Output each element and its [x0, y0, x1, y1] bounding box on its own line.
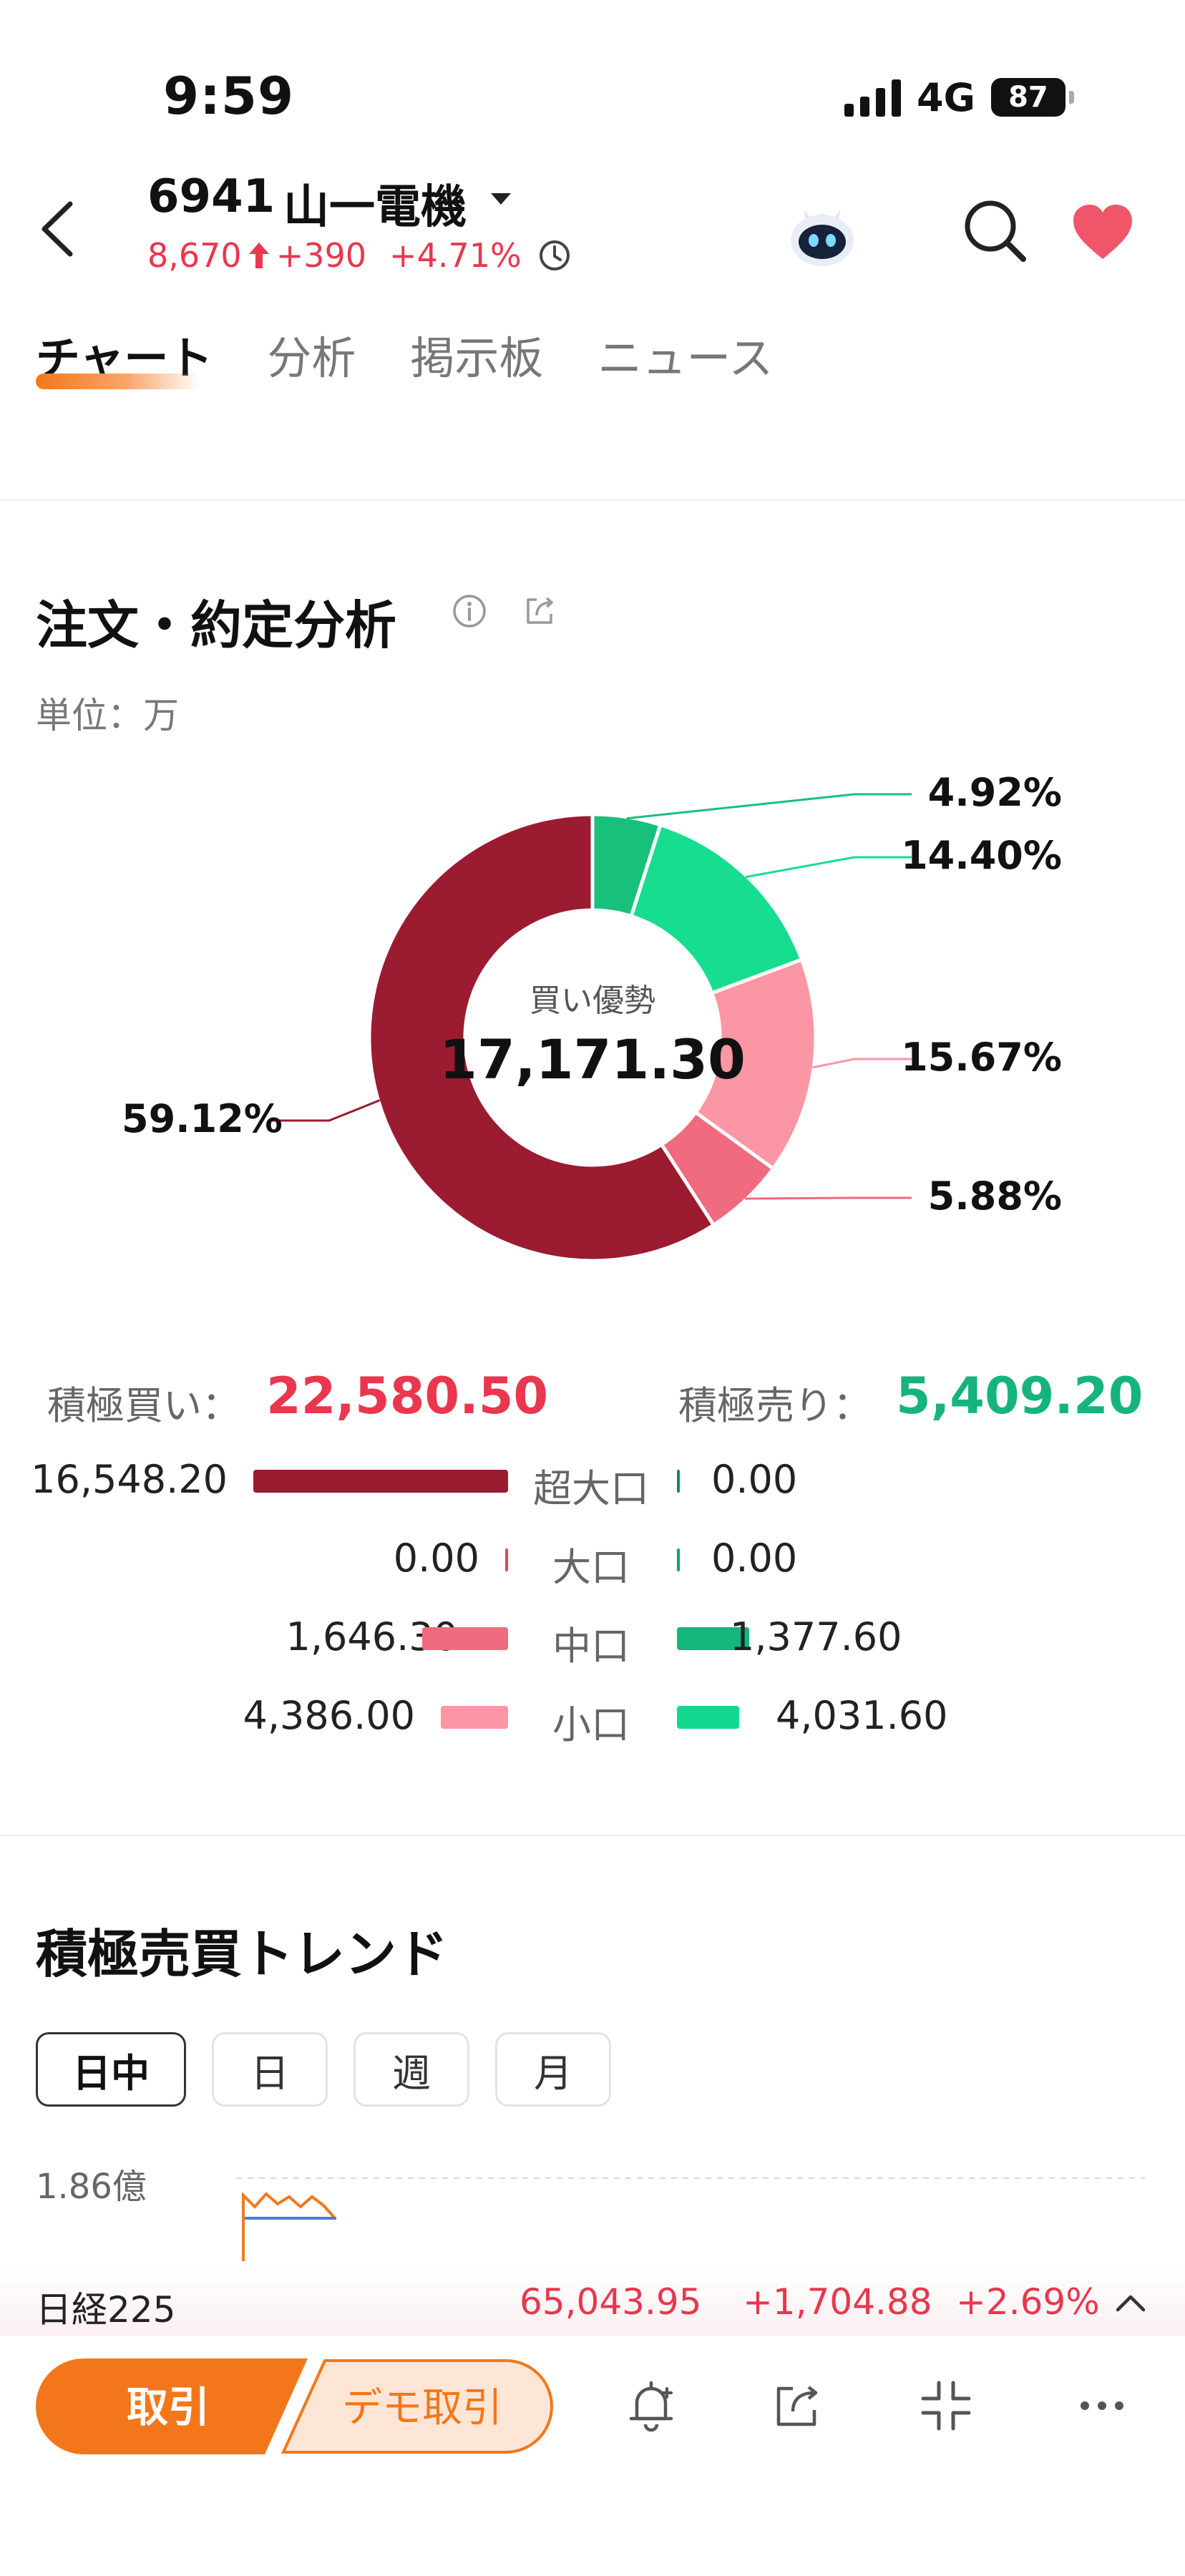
- donut-slice-label: 59.12%: [122, 1096, 283, 1141]
- buy-bar: [421, 1627, 508, 1650]
- buy-bar: [440, 1706, 508, 1729]
- donut-leader-line: [745, 856, 912, 879]
- battery-icon: 87: [990, 78, 1074, 117]
- row-sell-value: 0.00: [711, 1536, 798, 1581]
- ticker-price: 65,043.95: [520, 2281, 702, 2323]
- donut-leader-line: [626, 793, 912, 820]
- section-title-trend: 積極売買トレンド: [36, 1924, 449, 1984]
- demo-trade-button[interactable]: デモ取引: [281, 2358, 554, 2454]
- aggressive-buy-total: 22,580.50: [266, 1367, 549, 1425]
- row-category: 超大口: [533, 1466, 649, 1511]
- ticker-change-pct: +2.69%: [956, 2281, 1100, 2323]
- active-tab-indicator: [36, 374, 200, 389]
- donut-center-value: 17,171.30: [439, 1028, 746, 1091]
- donut-leader-line: [272, 1099, 381, 1122]
- ticker-change: +1,704.88: [743, 2281, 932, 2323]
- chevron-up-icon[interactable]: [1111, 2283, 1151, 2323]
- tab-board[interactable]: 掲示板: [410, 322, 543, 386]
- clock-icon[interactable]: [537, 238, 572, 273]
- robot-assistant-icon[interactable]: [783, 195, 862, 273]
- row-buy-value: 0.00: [393, 1536, 479, 1581]
- stock-code: 6941: [147, 170, 275, 223]
- period-intraday[interactable]: 日中: [36, 2032, 186, 2107]
- row-buy-value: 4,386.00: [243, 1693, 415, 1738]
- collapse-icon[interactable]: [917, 2377, 975, 2434]
- quote-line: 8,670 +390 +4.71%: [147, 236, 572, 275]
- favorite-heart-icon[interactable]: [1069, 199, 1136, 266]
- row-buy-value: 16,548.20: [31, 1457, 228, 1502]
- network-type: 4G: [917, 74, 975, 120]
- price-change: +390: [275, 236, 367, 275]
- more-icon[interactable]: [1073, 2377, 1131, 2434]
- period-week[interactable]: 週: [353, 2032, 469, 2107]
- sell-bar: [677, 1706, 739, 1729]
- trend-buy-line: [242, 2192, 336, 2261]
- section-title-order-analysis: 注文・約定分析: [36, 595, 397, 655]
- aggressive-buy-label: 積極買い：: [47, 1383, 240, 1428]
- demo-trade-button-label: デモ取引: [342, 2385, 502, 2431]
- donut-slice-label: 14.40%: [901, 833, 1062, 878]
- caret-down-icon[interactable]: [487, 185, 515, 213]
- price-change-pct: +4.71%: [389, 236, 522, 275]
- donut-slice-label: 15.67%: [901, 1035, 1062, 1080]
- period-tabs: 日中 日 週 月: [36, 2032, 611, 2107]
- buy-bar: [505, 1548, 508, 1571]
- trend-chart: [236, 2177, 1145, 2261]
- status-time: 9:59: [163, 66, 295, 126]
- aggressive-sell-total: 5,409.20: [896, 1367, 1143, 1425]
- info-icon[interactable]: [449, 591, 489, 631]
- unit-label: 単位：万: [36, 695, 179, 736]
- battery-level: 87: [1008, 81, 1048, 114]
- donut-slice-label: 5.88%: [928, 1174, 1062, 1219]
- stock-name[interactable]: 山一電機: [283, 170, 467, 236]
- aggressive-sell-label: 積極売り：: [678, 1383, 872, 1428]
- donut-leader-line: [811, 1058, 912, 1069]
- period-month[interactable]: 月: [495, 2032, 611, 2107]
- signal-icon: [844, 78, 901, 117]
- share-icon[interactable]: [520, 591, 560, 631]
- row-category: 大口: [552, 1545, 630, 1590]
- row-category: 中口: [552, 1624, 630, 1669]
- donut-leader-line: [745, 1196, 912, 1200]
- search-icon[interactable]: [959, 195, 1030, 266]
- sell-bar: [677, 1548, 680, 1571]
- row-buy-value: 1,646.30: [286, 1614, 458, 1659]
- share-icon[interactable]: [769, 2377, 826, 2434]
- period-day[interactable]: 日: [212, 2032, 328, 2107]
- trade-button[interactable]: 取引: [36, 2358, 308, 2454]
- trade-button-label: 取引: [127, 2383, 210, 2431]
- arrow-up-icon: [248, 243, 269, 268]
- donut-slice-label: 4.92%: [928, 773, 1062, 815]
- tab-analysis[interactable]: 分析: [267, 322, 356, 386]
- status-indicators: 4G 87: [844, 69, 1074, 126]
- ticker-index-name: 日経225: [36, 2289, 176, 2331]
- row-sell-value: 4,031.60: [776, 1693, 948, 1738]
- buy-bar: [253, 1470, 508, 1493]
- tab-news[interactable]: ニュース: [598, 322, 773, 386]
- donut-center-label: 買い優勢: [530, 982, 655, 1019]
- divider: [0, 1835, 1185, 1836]
- alert-add-icon[interactable]: [623, 2377, 680, 2434]
- row-category: 小口: [552, 1702, 630, 1747]
- stock-price: 8,670: [147, 236, 242, 275]
- row-sell-value: 0.00: [711, 1457, 798, 1502]
- sell-bar: [677, 1470, 680, 1493]
- back-icon[interactable]: [29, 193, 86, 265]
- row-sell-value: 1,377.60: [730, 1614, 902, 1659]
- divider: [0, 499, 1185, 501]
